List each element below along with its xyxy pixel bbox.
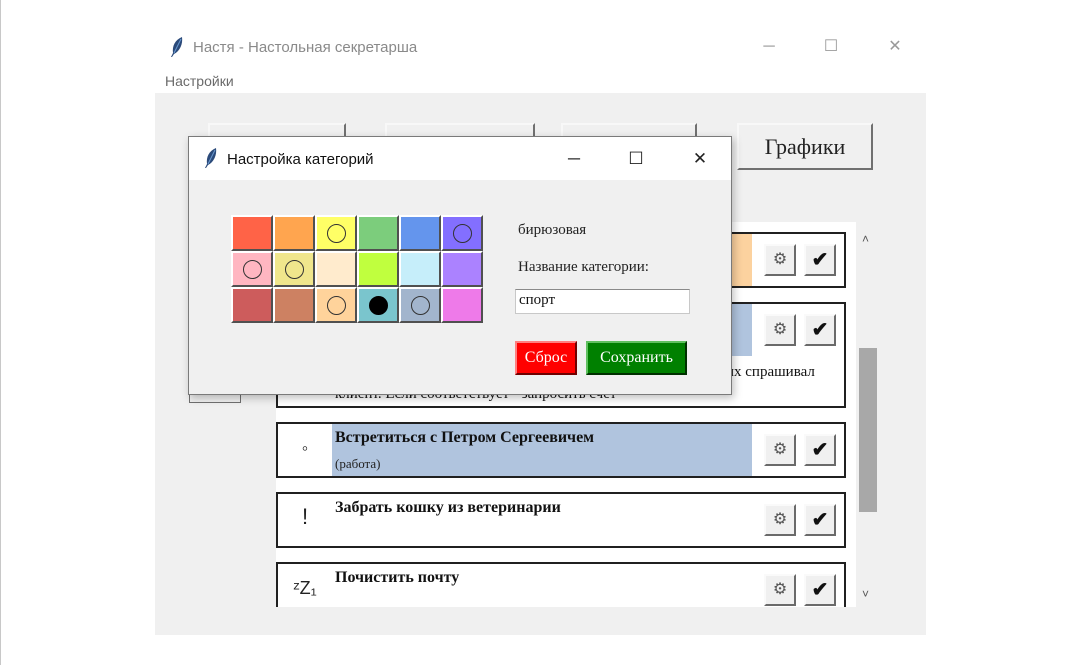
color-swatch[interactable] [231, 215, 273, 251]
selected-color-name: бирюзовая [518, 222, 587, 238]
feather-app-icon [171, 37, 183, 57]
window-title: Настя - Настольная секретарша [193, 39, 418, 56]
sleep-icon: ᶻZ₁ [293, 578, 317, 598]
menubar: Настройки [155, 67, 926, 93]
task-title: Почистить почту [335, 569, 460, 586]
gear-icon[interactable]: ⚙ [764, 504, 796, 536]
color-swatch[interactable] [273, 215, 315, 251]
dialog-minimize-button[interactable]: ─ [551, 137, 597, 180]
color-swatch[interactable] [315, 215, 357, 251]
ring-icon [327, 296, 346, 315]
desktop-edge [0, 0, 1, 665]
gear-icon[interactable]: ⚙ [764, 434, 796, 466]
color-swatch[interactable] [441, 215, 483, 251]
check-icon[interactable]: ✔ [804, 504, 836, 536]
feather-app-icon [205, 148, 217, 168]
main-titlebar: Настя - Настольная секретарша ─ ☐ ✕ [155, 27, 926, 67]
color-swatch[interactable] [399, 215, 441, 251]
category-name-input[interactable]: спорт [515, 289, 690, 314]
dialog-maximize-button[interactable]: ☐ [613, 137, 659, 180]
ring-icon [285, 260, 304, 279]
category-name-label: Название категории: [518, 259, 649, 275]
scrollbar-thumb[interactable] [859, 348, 877, 512]
color-palette [231, 215, 485, 325]
color-swatch[interactable] [315, 251, 357, 287]
check-icon[interactable]: ✔ [804, 434, 836, 466]
color-swatch[interactable] [231, 287, 273, 323]
save-button[interactable]: Сохранить [586, 341, 687, 375]
task-item: ᶻZ₁ Почистить почту ⚙ ✔ [276, 562, 846, 607]
task-description: их спрашивал [726, 364, 815, 380]
check-icon[interactable]: ✔ [804, 244, 836, 276]
graphs-button[interactable]: Графики [737, 123, 873, 170]
circle-icon: ◦ [301, 438, 309, 458]
color-swatch[interactable] [231, 251, 273, 287]
category-settings-dialog: Настройка категорий ─ ☐ ✕ бирюзовая Назв… [188, 136, 732, 395]
task-category: (работа) [335, 456, 381, 471]
maximize-button[interactable]: ☐ [808, 27, 854, 67]
color-swatch[interactable] [357, 287, 399, 323]
check-icon[interactable]: ✔ [804, 314, 836, 346]
dialog-title: Настройка категорий [227, 151, 374, 168]
ring-icon [453, 224, 472, 243]
task-item: ! Забрать кошку из ветеринарии ⚙ ✔ [276, 492, 846, 548]
scroll-up-arrow[interactable]: ˄ [862, 232, 869, 246]
exclamation-icon: ! [301, 504, 309, 529]
task-item: ◦ Встретиться с Петром Сергеевичем (рабо… [276, 422, 846, 478]
selected-dot-icon [369, 296, 388, 315]
dialog-close-button[interactable]: ✕ [677, 137, 723, 180]
color-swatch[interactable] [357, 215, 399, 251]
dialog-titlebar: Настройка категорий ─ ☐ ✕ [189, 137, 731, 180]
color-swatch[interactable] [273, 251, 315, 287]
ring-icon [411, 296, 430, 315]
task-title: Забрать кошку из ветеринарии [335, 499, 561, 516]
color-swatch[interactable] [315, 287, 357, 323]
reset-button[interactable]: Сброс [515, 341, 577, 375]
minimize-button[interactable]: ─ [746, 27, 792, 67]
task-title: Встретиться с Петром Сергеевичем [335, 429, 595, 446]
color-swatch[interactable] [357, 251, 399, 287]
color-swatch[interactable] [441, 287, 483, 323]
check-icon[interactable]: ✔ [804, 574, 836, 606]
gear-icon[interactable]: ⚙ [764, 244, 796, 276]
gear-icon[interactable]: ⚙ [764, 574, 796, 606]
ring-icon [243, 260, 262, 279]
color-swatch[interactable] [441, 251, 483, 287]
gear-icon[interactable]: ⚙ [764, 314, 796, 346]
scroll-down-arrow[interactable]: ˅ [862, 587, 869, 601]
ring-icon [327, 224, 346, 243]
color-swatch[interactable] [399, 251, 441, 287]
menu-settings[interactable]: Настройки [165, 73, 234, 89]
close-button[interactable]: ✕ [872, 27, 918, 67]
color-swatch[interactable] [273, 287, 315, 323]
color-swatch[interactable] [399, 287, 441, 323]
